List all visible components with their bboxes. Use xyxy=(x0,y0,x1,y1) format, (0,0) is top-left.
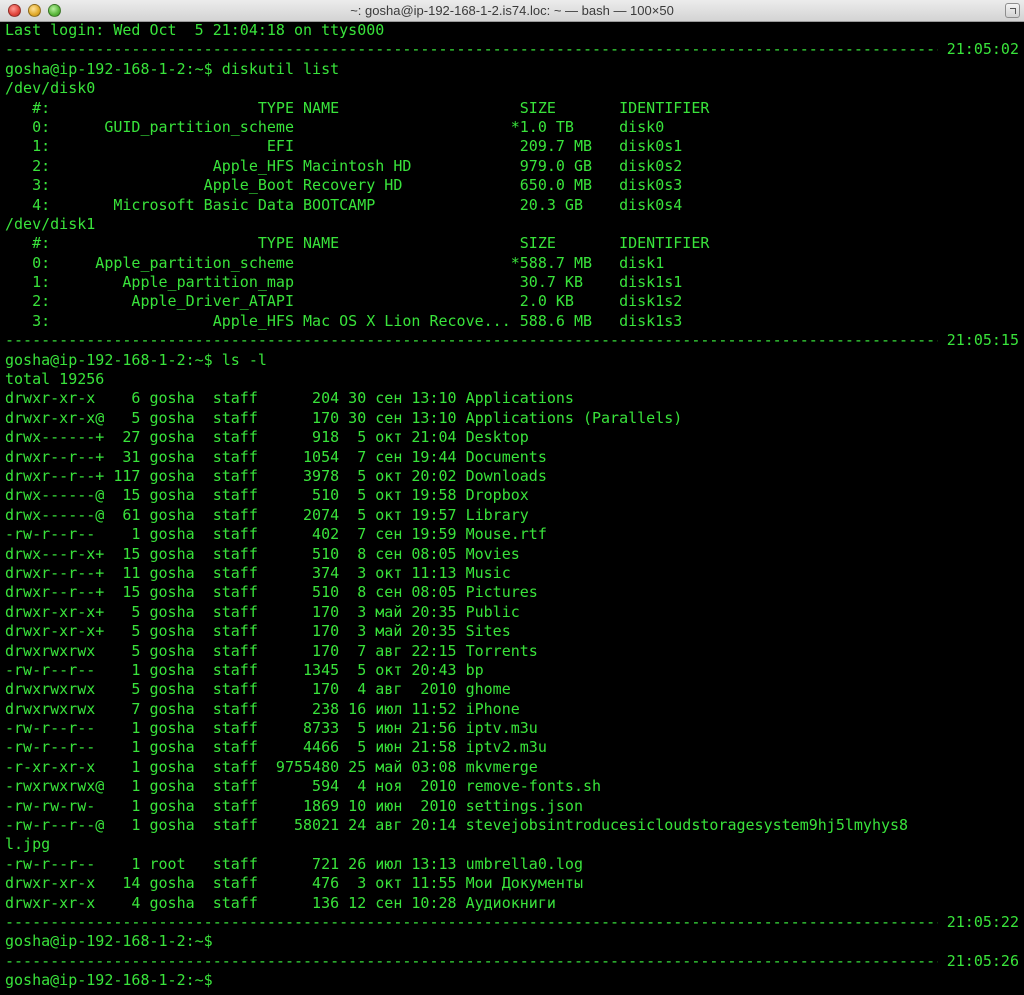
window-title: ~: gosha@ip-192-168-1-2.is74.loc: ~ — ba… xyxy=(350,3,674,18)
separator-line: 21:05:02 xyxy=(5,40,1019,59)
terminal-line: drwxr--r--+ 11 gosha staff 374 3 окт 11:… xyxy=(5,563,511,582)
terminal-line: /dev/disk0 xyxy=(5,79,96,98)
terminal-line: -rw-rw-rw- 1 gosha staff 1869 10 июн 201… xyxy=(5,796,583,815)
terminal-line: drwxr-xr-x+ 5 gosha staff 170 3 май 20:3… xyxy=(5,602,520,621)
separator-dashes xyxy=(5,913,938,932)
terminal-line: 3: Apple_HFS Mac OS X Lion Recove... 588… xyxy=(5,311,683,330)
terminal-line: drwxr-xr-x 4 gosha staff 136 12 сен 10:2… xyxy=(5,893,556,912)
terminal-window: ~: gosha@ip-192-168-1-2.is74.loc: ~ — ba… xyxy=(0,0,1024,995)
terminal-line: drwxr--r--+ 15 gosha staff 510 8 сен 08:… xyxy=(5,583,538,602)
terminal-line: drwxr--r--+ 117 gosha staff 3978 5 окт 2… xyxy=(5,466,547,485)
terminal-line: 4: Microsoft Basic Data BOOTCAMP 20.3 GB… xyxy=(5,195,683,214)
separator-timestamp: 21:05:02 xyxy=(946,40,1019,59)
terminal-line: drwxr--r--+ 31 gosha staff 1054 7 сен 19… xyxy=(5,447,547,466)
terminal-line: -rw-r--r-- 1 root staff 721 26 июл 13:13… xyxy=(5,854,583,873)
terminal-line: Last login: Wed Oct 5 21:04:18 on ttys00… xyxy=(5,21,385,39)
terminal-line: -r-xr-xr-x 1 gosha staff 9755480 25 май … xyxy=(5,757,538,776)
terminal-output[interactable]: Last login: Wed Oct 5 21:04:18 on ttys00… xyxy=(5,21,1019,991)
terminal-line: -rw-r--r-- 1 gosha staff 1345 5 окт 20:4… xyxy=(5,660,484,679)
terminal-line: gosha@ip-192-168-1-2:~$ xyxy=(5,932,213,951)
terminal-line: gosha@ip-192-168-1-2:~$ diskutil list xyxy=(5,59,340,78)
separator-timestamp: 21:05:26 xyxy=(946,951,1019,970)
terminal-line: drwxr-xr-x@ 5 gosha staff 170 30 сен 13:… xyxy=(5,408,683,427)
terminal-line: 0: GUID_partition_scheme *1.0 TB disk0 xyxy=(5,117,665,136)
toolbar-toggle-button[interactable] xyxy=(1005,3,1020,18)
terminal-line: /dev/disk1 xyxy=(5,214,96,233)
terminal-line: drwxrwxrwx 5 gosha staff 170 7 авг 22:15… xyxy=(5,641,538,660)
separator-line: 21:05:15 xyxy=(5,331,1019,350)
terminal-line: -rw-r--r-- 1 gosha staff 402 7 сен 19:59… xyxy=(5,525,547,544)
terminal-line: -rw-r--r-- 1 gosha staff 8733 5 июн 21:5… xyxy=(5,719,538,738)
terminal-line: gosha@ip-192-168-1-2:~$ ls -l xyxy=(5,350,267,369)
title-bar[interactable]: ~: gosha@ip-192-168-1-2.is74.loc: ~ — ba… xyxy=(0,0,1024,22)
terminal-line: -rwxrwxrwx@ 1 gosha staff 594 4 ноя 2010… xyxy=(5,777,602,796)
separator-line: 21:05:26 xyxy=(5,952,1019,971)
separator-timestamp: 21:05:15 xyxy=(946,331,1019,350)
terminal-line: 0: Apple_partition_scheme *588.7 MB disk… xyxy=(5,253,665,272)
terminal-line: 1: EFI 209.7 MB disk0s1 xyxy=(5,137,683,156)
terminal-line: #: TYPE NAME SIZE IDENTIFIER xyxy=(5,98,710,117)
terminal-line: drwxr-xr-x 14 gosha staff 476 3 окт 11:5… xyxy=(5,874,583,893)
terminal-line: drwx------+ 27 gosha staff 918 5 окт 21:… xyxy=(5,428,529,447)
terminal-line: total 19256 xyxy=(5,370,105,389)
terminal-line: drwxrwxrwx 7 gosha staff 238 16 июл 11:5… xyxy=(5,699,520,718)
terminal-line: drwx---r-x+ 15 gosha staff 510 8 сен 08:… xyxy=(5,544,520,563)
terminal-line: drwxr-xr-x+ 5 gosha staff 170 3 май 20:3… xyxy=(5,622,511,641)
terminal-line: drwxr-xr-x 6 gosha staff 204 30 сен 13:1… xyxy=(5,389,574,408)
terminal-line: drwxrwxrwx 5 gosha staff 170 4 авг 2010 … xyxy=(5,680,511,699)
terminal-line: l.jpg xyxy=(5,835,51,854)
terminal-line: 2: Apple_HFS Macintosh HD 979.0 GB disk0… xyxy=(5,156,683,175)
terminal-line: -rw-r--r-- 1 gosha staff 4466 5 июн 21:5… xyxy=(5,738,547,757)
terminal-line: 3: Apple_Boot Recovery HD 650.0 MB disk0… xyxy=(5,176,683,195)
terminal-line: #: TYPE NAME SIZE IDENTIFIER xyxy=(5,234,710,253)
terminal-line: drwx------@ 61 gosha staff 2074 5 окт 19… xyxy=(5,505,529,524)
terminal-line: drwx------@ 15 gosha staff 510 5 окт 19:… xyxy=(5,486,529,505)
terminal-line: 2: Apple_Driver_ATAPI 2.0 KB disk1s2 xyxy=(5,292,683,311)
separator-dashes xyxy=(5,331,938,350)
terminal-line: gosha@ip-192-168-1-2:~$ xyxy=(5,971,213,990)
separator-line: 21:05:22 xyxy=(5,913,1019,932)
terminal-line: 1: Apple_partition_map 30.7 KB disk1s1 xyxy=(5,273,683,292)
terminal-line: -rw-r--r--@ 1 gosha staff 58021 24 авг 2… xyxy=(5,816,909,835)
separator-timestamp: 21:05:22 xyxy=(946,912,1019,931)
separator-dashes xyxy=(5,952,938,971)
separator-dashes xyxy=(5,40,938,59)
